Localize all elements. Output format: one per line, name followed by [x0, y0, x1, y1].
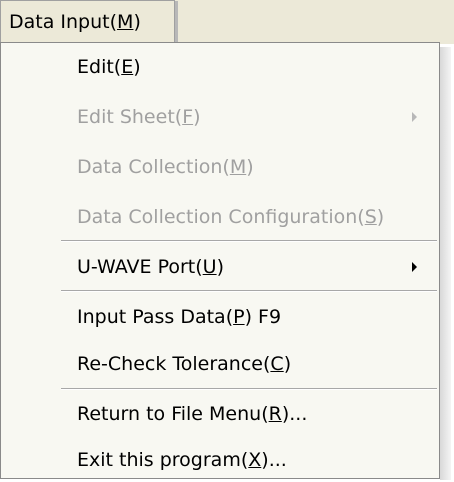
label-suffix: )... — [261, 449, 287, 471]
menu-title-text: Data Input( — [9, 11, 118, 33]
label-suffix: ) — [246, 156, 254, 178]
submenu-arrow-icon — [412, 262, 417, 272]
label-text: Edit Sheet( — [77, 106, 183, 128]
menu-item-label: Return to File Menu(R)... — [77, 394, 307, 434]
menu-separator — [61, 388, 437, 390]
menu-item-label: U-WAVE Port(U) — [77, 247, 224, 287]
menu-item-recheck-tolerance[interactable]: Re-Check Tolerance(C) — [1, 344, 439, 384]
label-suffix: ) — [283, 353, 292, 375]
menu-item-data-collection[interactable]: Data Collection(M) — [1, 147, 439, 187]
menu-item-label: Edit Sheet(F) — [77, 97, 201, 137]
accelerator-key: S — [364, 206, 377, 228]
label-text: Input Pass Data( — [77, 306, 234, 328]
data-input-dropdown: Edit(E) Edit Sheet(F) Data Collection(M)… — [0, 42, 451, 480]
accelerator-key: E — [121, 56, 134, 78]
menu-item-label: Edit(E) — [77, 47, 141, 87]
label-suffix: ) — [216, 256, 224, 278]
menu-item-edit[interactable]: Edit(E) — [1, 47, 439, 87]
menu-item-label: Re-Check Tolerance(C) — [77, 344, 291, 384]
menu-item-label: Input Pass Data(P) F9 — [77, 297, 281, 337]
menu-item-exit-program[interactable]: Exit this program(X)... — [1, 440, 439, 480]
menu-item-data-collection-configuration[interactable]: Data Collection Configuration(S) — [1, 197, 439, 237]
label-text: Return to File Menu( — [77, 403, 269, 425]
menu-item-edit-sheet[interactable]: Edit Sheet(F) — [1, 97, 439, 137]
label-text: U-WAVE Port( — [77, 256, 203, 278]
accelerator-key: P — [233, 306, 245, 328]
menu-item-label: Exit this program(X)... — [77, 440, 287, 480]
submenu-arrow-icon — [412, 112, 417, 122]
accelerator-key: R — [268, 403, 282, 425]
accelerator-key: U — [202, 256, 217, 278]
menu-title-accelerator: M — [117, 11, 134, 33]
menu-item-uwave-port[interactable]: U-WAVE Port(U) — [1, 247, 439, 287]
label-text: Edit( — [77, 56, 122, 78]
label-text: Re-Check Tolerance( — [77, 353, 271, 375]
accelerator-key: X — [248, 449, 262, 471]
label-suffix: ) — [193, 106, 201, 128]
menu-item-label: Data Collection Configuration(S) — [77, 197, 384, 237]
label-text: Data Collection( — [77, 156, 230, 178]
label-text: Data Collection Configuration( — [77, 206, 365, 228]
menubar: Data Input(M) — [0, 0, 454, 44]
label-suffix: ) — [376, 206, 385, 228]
menu-data-input[interactable]: Data Input(M) — [0, 0, 178, 43]
label-suffix: )... — [281, 403, 308, 425]
menu-item-input-pass-data[interactable]: Input Pass Data(P) F9 — [1, 297, 439, 337]
menu-title-suffix: ) — [133, 11, 141, 33]
label-suffix: ) F9 — [244, 306, 282, 328]
accelerator-key: M — [229, 156, 247, 178]
menu-item-return-to-file-menu[interactable]: Return to File Menu(R)... — [1, 394, 439, 434]
label-text: Exit this program( — [77, 449, 249, 471]
accelerator-key: C — [270, 353, 284, 375]
menu-item-label: Data Collection(M) — [77, 147, 254, 187]
menu-separator — [61, 290, 437, 292]
label-suffix: ) — [133, 56, 141, 78]
accelerator-key: F — [182, 106, 194, 128]
menu-separator — [61, 240, 437, 242]
